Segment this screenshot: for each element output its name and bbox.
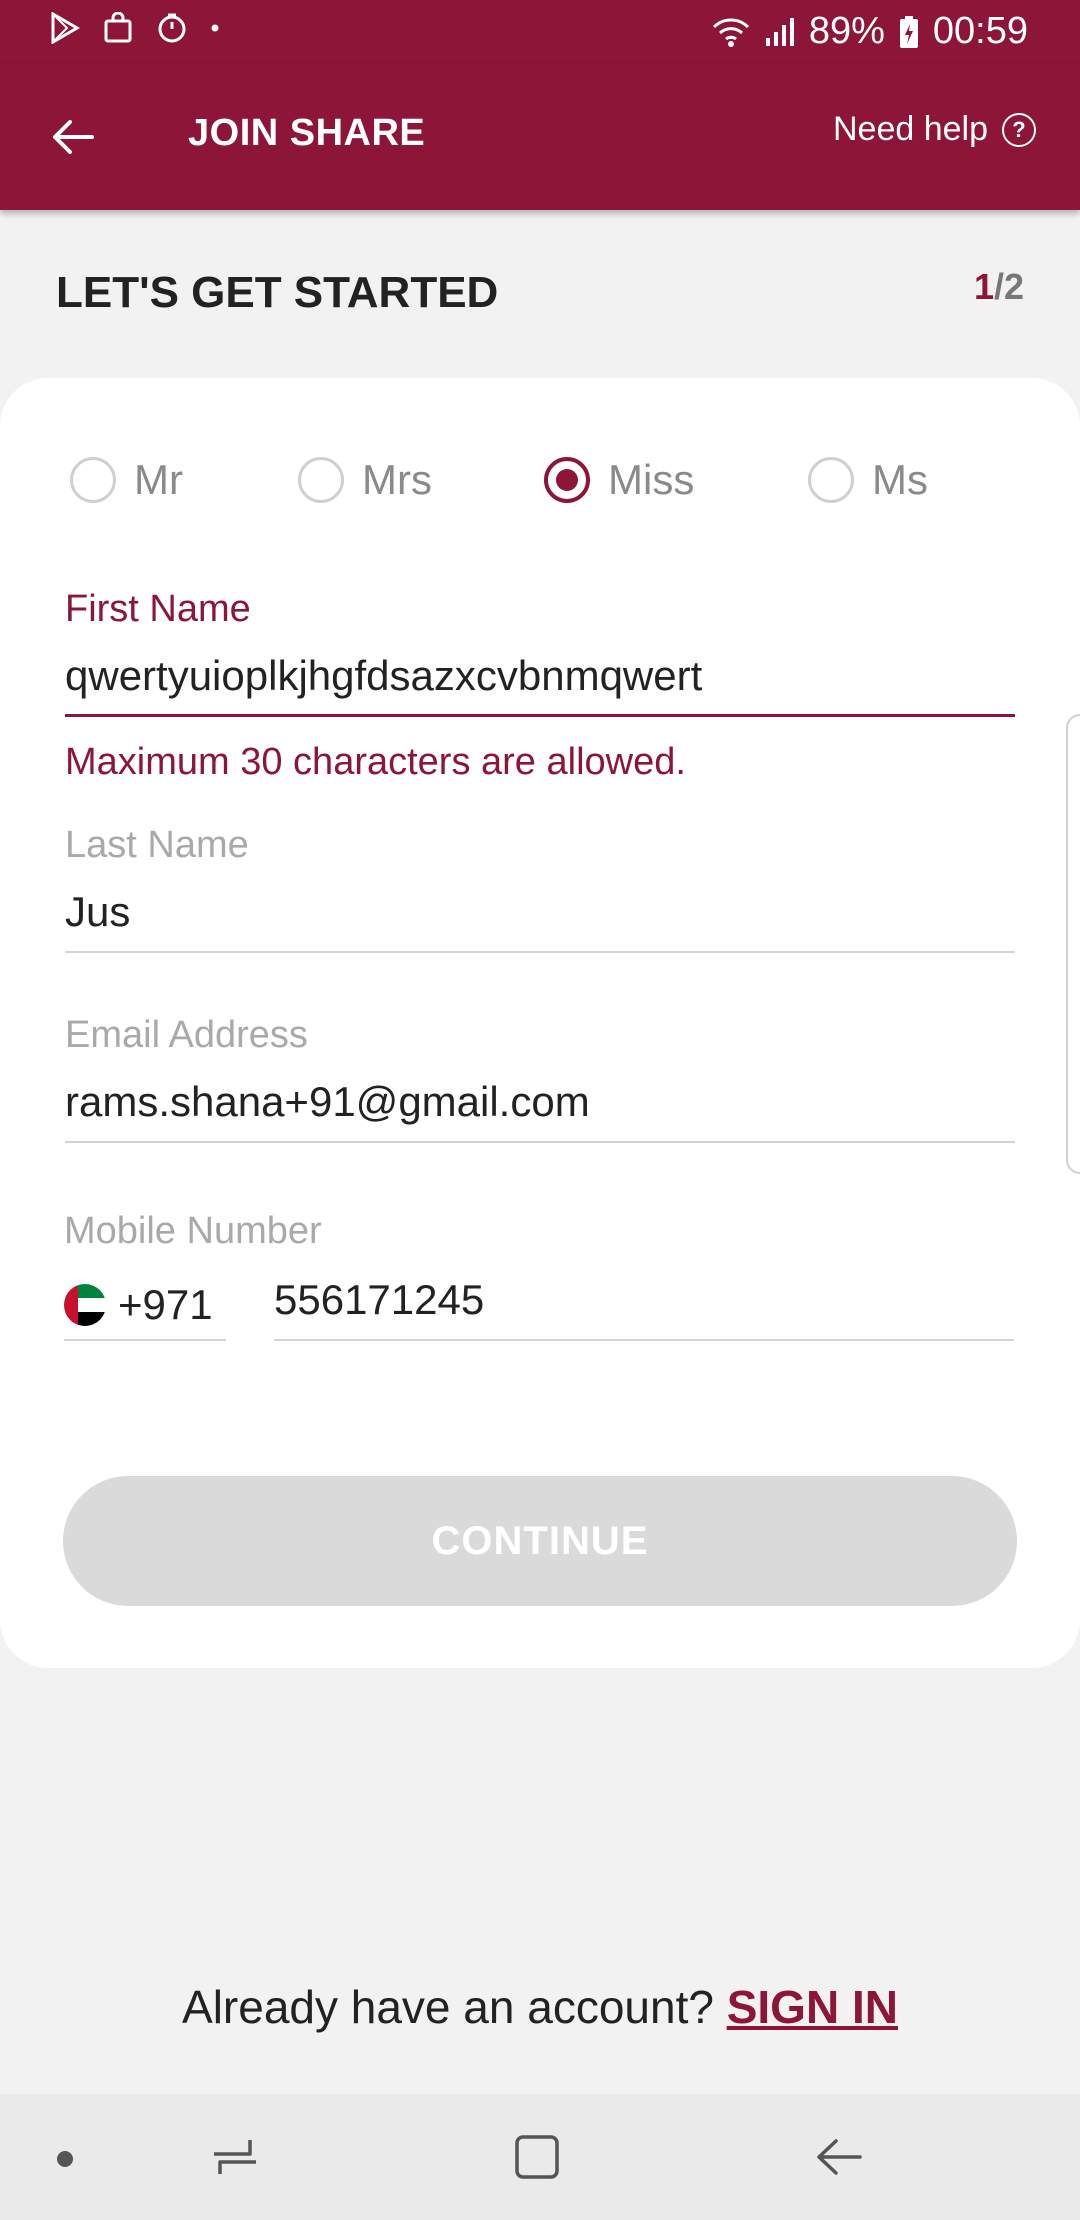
signin-prompt-text: Already have an account? (182, 1981, 714, 2033)
signup-form-card: Mr Mrs Miss Ms First Name qwertyuioplkjh… (0, 378, 1080, 1668)
radio-miss[interactable]: Miss (544, 456, 694, 504)
app-title: JOIN SHARE (188, 112, 426, 154)
scroll-handle[interactable] (1066, 714, 1080, 1174)
page-title: LET'S GET STARTED (56, 268, 499, 317)
signal-icon (765, 16, 795, 48)
back-button[interactable] (48, 112, 98, 162)
clock: 00:59 (932, 10, 1028, 52)
radio-circle (808, 457, 854, 503)
last-name-label: Last Name (65, 824, 249, 866)
dot-icon (210, 23, 220, 33)
radio-ms[interactable]: Ms (808, 456, 928, 504)
step-indicator: 1/2 (974, 266, 1024, 308)
radio-label: Miss (608, 456, 695, 503)
country-code-selector[interactable]: +971 (64, 1271, 226, 1341)
battery-icon (899, 15, 919, 49)
radio-circle (70, 457, 116, 503)
signin-prompt: Already have an account? SIGN IN (0, 1980, 1080, 2034)
last-name-input[interactable]: Jus (65, 883, 1015, 953)
email-field: Email Address rams.shana+91@gmail.com (65, 1014, 1015, 1143)
system-indicators: 89% 00:59 (711, 10, 1028, 53)
radio-label: Ms (872, 456, 928, 503)
home-icon[interactable] (512, 2132, 562, 2187)
app-bar: JOIN SHARE Need help ? (0, 64, 1080, 210)
country-code: +971 (118, 1281, 213, 1328)
radio-circle (298, 457, 344, 503)
recent-apps-icon[interactable] (210, 2132, 260, 2187)
step-total: /2 (993, 266, 1024, 307)
nav-dot-icon[interactable] (56, 2150, 74, 2173)
first-name-error: Maximum 30 characters are allowed. (65, 741, 686, 783)
first-name-field: First Name qwertyuioplkjhgfdsazxcvbnmqwe… (65, 588, 1015, 784)
phone-row: +971 556171245 (64, 1271, 1014, 1341)
radio-label: Mr (134, 456, 183, 503)
need-help-label: Need help (832, 110, 988, 148)
status-bar: 89% 00:59 (0, 0, 1080, 64)
radio-mr[interactable]: Mr (70, 456, 183, 504)
continue-button[interactable]: CONTINUE (63, 1476, 1017, 1606)
uae-flag-icon (64, 1284, 106, 1326)
radio-mrs[interactable]: Mrs (298, 456, 432, 504)
notification-icons (50, 12, 220, 44)
wifi-icon (711, 15, 751, 49)
last-name-field: Last Name Jus (65, 824, 1015, 953)
question-circle-icon: ? (1002, 112, 1036, 147)
email-label: Email Address (65, 1014, 308, 1056)
sign-in-link[interactable]: SIGN IN (727, 1981, 898, 2033)
mobile-number-input[interactable]: 556171245 (274, 1271, 1014, 1341)
first-name-input[interactable]: qwertyuioplkjhgfdsazxcvbnmqwert (65, 647, 1015, 717)
first-name-label: First Name (65, 588, 251, 630)
battery-percent: 89% (808, 10, 885, 52)
radio-circle-selected (544, 457, 590, 503)
step-current: 1 (973, 266, 994, 307)
back-nav-icon[interactable] (814, 2132, 864, 2187)
arrow-left-icon (53, 120, 94, 154)
need-help-button[interactable]: Need help ? (833, 110, 1036, 149)
system-nav-bar (0, 2094, 1080, 2220)
timer-icon (156, 12, 188, 44)
shopping-bag-icon (102, 12, 134, 44)
play-store-icon (50, 12, 80, 44)
email-input[interactable]: rams.shana+91@gmail.com (65, 1073, 1015, 1143)
mobile-field: Mobile Number +971 556171245 (64, 1210, 1014, 1341)
mobile-label: Mobile Number (64, 1210, 322, 1252)
title-radio-group: Mr Mrs Miss Ms (0, 456, 1080, 526)
radio-label: Mrs (362, 456, 432, 503)
